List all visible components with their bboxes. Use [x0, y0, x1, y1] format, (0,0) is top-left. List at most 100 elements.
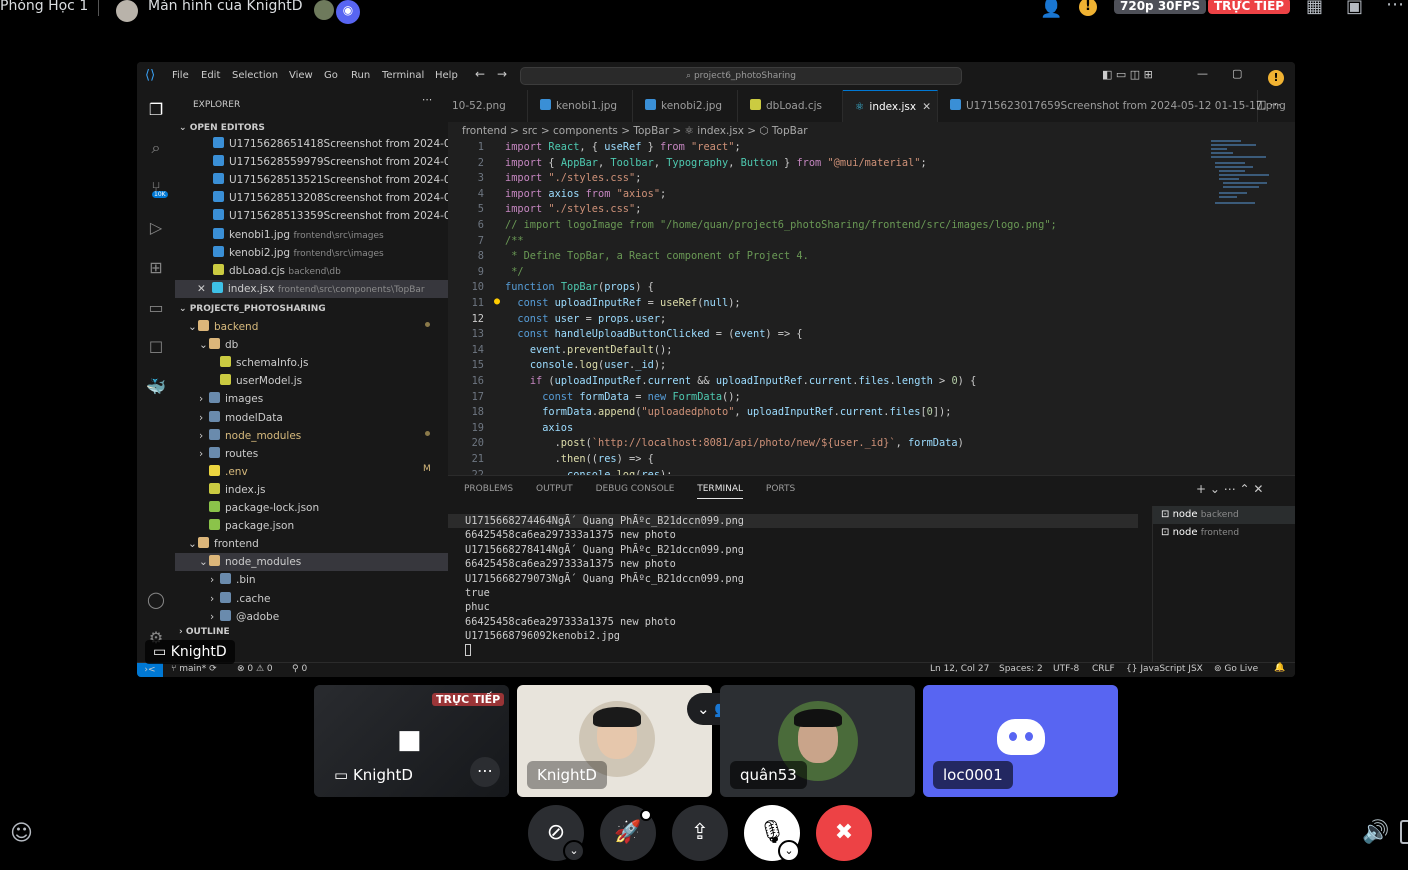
search-icon[interactable]: ⌕	[146, 138, 166, 158]
tree-folder[interactable]: › .cache	[175, 590, 448, 608]
forward-arrow-icon[interactable]: →	[497, 67, 507, 81]
encoding[interactable]: UTF-8	[1053, 664, 1079, 674]
add-user-icon[interactable]: 👤	[1040, 0, 1062, 19]
docker-icon[interactable]: 🐳	[146, 377, 166, 397]
code-line[interactable]: import { AppBar, Toolbar, Typography, Bu…	[505, 156, 927, 172]
tab-file[interactable]: kenobi2.jpg	[633, 90, 738, 122]
tab-ports[interactable]: PORTS	[766, 484, 795, 494]
breadcrumb[interactable]: frontend > src > components > TopBar > ⚛…	[462, 122, 808, 140]
tree-folder[interactable]: › images	[175, 390, 448, 408]
code-line[interactable]: formData.append("uploadedphoto", uploadI…	[505, 405, 951, 421]
code-line[interactable]: const uploadInputRef = useRef(null);	[505, 296, 740, 312]
open-editor-item[interactable]: ✕ index.jsx frontend\src\components\TopBa…	[175, 279, 448, 298]
warning-icon[interactable]: !	[1079, 0, 1097, 16]
code-line[interactable]: .post(`http://localhost:8081/api/photo/n…	[505, 436, 964, 452]
participant-tile[interactable]: quân53	[720, 685, 915, 797]
project-header[interactable]: ⌄ PROJECT6_PHOTOSHARING	[179, 300, 326, 318]
run-debug-icon[interactable]: ▷	[146, 218, 166, 238]
code-line[interactable]: * Define TopBar, a React component of Pr…	[505, 249, 809, 265]
tree-file[interactable]: package.json	[175, 517, 448, 535]
tree-folder[interactable]: ⌄ node_modules	[175, 553, 448, 572]
emoji-icon[interactable]: ☺	[10, 821, 33, 846]
screen-share-button[interactable]: ⇪	[672, 805, 728, 861]
open-editor-item[interactable]: kenobi2.jpg frontend\src\images	[175, 244, 448, 262]
menu-edit[interactable]: Edit	[201, 70, 220, 81]
tree-folder[interactable]: ⌄ frontend	[175, 535, 448, 553]
menu-run[interactable]: Run	[351, 70, 370, 81]
remote-explorer-icon[interactable]: ▭	[146, 298, 166, 318]
menu-help[interactable]: Help	[435, 70, 458, 81]
code-line[interactable]: axios	[505, 421, 573, 437]
tree-file[interactable]: .env	[175, 463, 448, 481]
remote-indicator-icon[interactable]: ›<	[137, 663, 163, 677]
new-terminal-icon[interactable]: + ⌄ ⋯ ⌃ ✕	[1196, 482, 1263, 496]
tree-folder[interactable]: › routes	[175, 445, 448, 463]
tab-file[interactable]: kenobi1.jpg	[528, 90, 633, 122]
open-editor-item[interactable]: U1715628513521Screenshot from 2024-05-1.…	[175, 171, 448, 189]
more-actions-icon[interactable]: ⋯	[422, 94, 433, 106]
cursor-position[interactable]: Ln 12, Col 27	[930, 664, 989, 674]
accounts-icon[interactable]: ◯	[146, 590, 166, 610]
popout-icon[interactable]: ▣	[1346, 0, 1363, 17]
tab-terminal[interactable]: TERMINAL	[697, 484, 744, 499]
tree-folder[interactable]: › modelData	[175, 409, 448, 427]
tree-file[interactable]: index.js	[175, 481, 448, 499]
open-editor-item[interactable]: U1715628651418Screenshot from 2024-05-1.…	[175, 135, 448, 153]
code-line[interactable]: .then((res) => {	[505, 452, 654, 468]
indentation[interactable]: Spaces: 2	[999, 664, 1043, 674]
code-line[interactable]: event.preventDefault();	[505, 343, 673, 359]
open-editor-item[interactable]: kenobi1.jpg frontend\src\images	[175, 226, 448, 244]
tree-folder[interactable]: ⌄ backend	[175, 318, 448, 336]
notifications-bell-icon[interactable]: 🔔	[1274, 663, 1285, 673]
tree-file[interactable]: schemaInfo.js	[175, 354, 448, 372]
tab-file[interactable]: U1715623017659Screenshot from 2024-05-12…	[938, 90, 1286, 122]
open-editor-item[interactable]: U1715628513208Screenshot from 2024-05-1.…	[175, 189, 448, 207]
more-options-icon[interactable]: ⋯	[1386, 0, 1404, 15]
more-options-icon[interactable]: ⋯	[470, 757, 500, 787]
terminal-cursor[interactable]	[465, 643, 744, 658]
grid-layout-icon[interactable]: ▦	[1306, 0, 1323, 17]
minimap[interactable]	[1211, 140, 1281, 230]
back-arrow-icon[interactable]: ←	[475, 67, 485, 81]
disconnect-button[interactable]: ✖	[816, 805, 872, 861]
code-line[interactable]: import React, { useRef } from "react";	[505, 140, 741, 156]
problems-indicator[interactable]: ⊗ 0 ⚠ 0	[237, 664, 273, 674]
lightbulb-icon[interactable]: ●	[494, 296, 500, 307]
tab-active[interactable]: ⚛ index.jsx ✕	[843, 90, 938, 122]
tab-file[interactable]: dbLoad.cjs	[738, 90, 843, 122]
restore-icon[interactable]: ▢	[1232, 67, 1242, 80]
menu-go[interactable]: Go	[324, 70, 338, 81]
code-line[interactable]: // import logoImage from "/home/quan/pro…	[505, 218, 1057, 234]
open-editor-item[interactable]: U1715628513359Screenshot from 2024-05-1.…	[175, 207, 448, 225]
outline-header[interactable]: › OUTLINE	[179, 623, 230, 641]
layout-toggle-icons[interactable]: ◧ ▭ ◫ ⊞	[1102, 68, 1153, 81]
channel-name[interactable]: Phòng Học 1	[0, 0, 88, 14]
ports-indicator[interactable]: ⚲ 0	[292, 664, 307, 674]
code-line[interactable]: */	[505, 265, 523, 281]
code-line[interactable]: import axios from "axios";	[505, 187, 666, 203]
tab-problems[interactable]: PROBLEMS	[464, 484, 513, 494]
extensions-icon[interactable]: ⊞	[146, 258, 166, 278]
camera-options-chevron-icon[interactable]: ⌄	[563, 840, 585, 862]
code-line[interactable]: const formData = new FormData();	[505, 390, 740, 406]
tree-folder[interactable]: › .bin	[175, 571, 448, 589]
split-editor-icon[interactable]: ◫ ⋯	[1256, 98, 1281, 111]
tree-folder[interactable]: ⌄ db	[175, 336, 448, 354]
command-center-search[interactable]: ⌕ project6_photoSharing	[520, 67, 962, 85]
branch-indicator[interactable]: ⑂ main* ⟳	[171, 664, 217, 674]
participant-tile-stream[interactable]: TRỰC TIẾP ■ ▭ KnightD ⋯	[314, 685, 509, 797]
menu-file[interactable]: File	[172, 70, 189, 81]
code-line[interactable]: const handleUploadButtonClicked = (event…	[505, 327, 802, 343]
close-tab-icon[interactable]: ✕	[922, 91, 931, 123]
code-line[interactable]: const user = props.user;	[505, 312, 666, 328]
terminal-output[interactable]: U1715668274464NgÃ´ Quang PhÃºc_B21dccn09…	[465, 514, 744, 658]
minimize-icon[interactable]: —	[1197, 67, 1208, 80]
microphone-options-chevron-icon[interactable]: ⌄	[778, 840, 800, 862]
tab-output[interactable]: OUTPUT	[536, 484, 573, 494]
participant-tile[interactable]: KnightD	[517, 685, 712, 797]
code-line[interactable]: console.log(user._id);	[505, 358, 666, 374]
code-line[interactable]: if (uploadInputRef.current && uploadInpu…	[505, 374, 976, 390]
line-ending[interactable]: CRLF	[1092, 664, 1115, 674]
go-live-button[interactable]: ⊚ Go Live	[1214, 664, 1258, 674]
menu-selection[interactable]: Selection	[232, 70, 278, 81]
